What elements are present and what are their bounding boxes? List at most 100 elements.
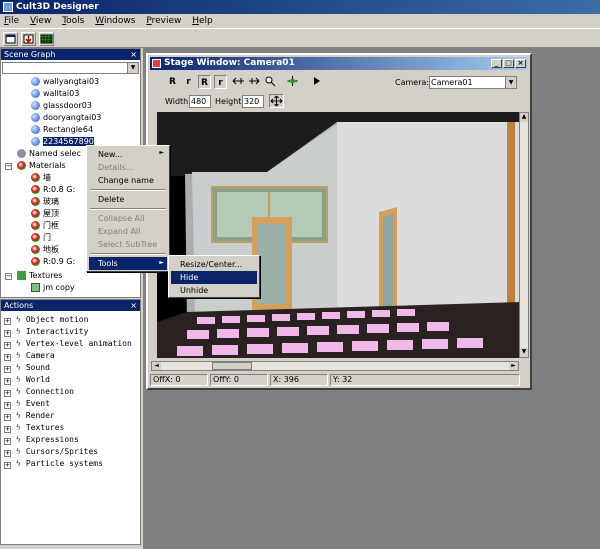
materials-node[interactable]: Materials [17,160,66,172]
action-category[interactable]: + ϟ Particle systems [4,458,103,470]
action-category[interactable]: + ϟ Cursors/Sprites [4,446,98,458]
menu-help[interactable]: Help [188,14,217,28]
close-icon[interactable]: × [130,49,137,60]
tree-item-selected[interactable]: 2234567890 [31,136,94,148]
menu-file[interactable]: File [0,14,23,28]
camera-select[interactable]: Camera01 ▼ [429,76,517,89]
named-selections-node[interactable]: Named selec [17,148,81,160]
move-x-button[interactable] [232,75,245,89]
action-category[interactable]: + ϟ Object motion [4,314,88,326]
expand-toggle[interactable]: + [4,354,11,361]
expand-toggle[interactable]: + [4,378,11,385]
resize-button[interactable] [269,94,284,108]
zoom-button[interactable] [264,75,277,89]
tree-item[interactable]: dooryangtai03 [31,112,101,124]
material-item[interactable]: 门 [31,232,51,244]
menu-item-delete[interactable]: Delete [89,193,167,206]
action-category[interactable]: + ϟ Textures [4,422,64,434]
tree-item[interactable]: walltai03 [31,88,79,100]
action-category[interactable]: + ϟ Camera [4,350,55,362]
menu-item-expand-all[interactable]: Expand All [89,225,167,238]
scene-graph-filter-select[interactable]: ▼ [2,62,139,74]
menu-item-select-subtree[interactable]: Select SubTree [89,238,167,251]
material-item[interactable]: R:0.8 G: [31,184,75,196]
horizontal-scrollbar[interactable]: ◄ ► [151,361,519,371]
menu-preview[interactable]: Preview [142,14,185,28]
expand-toggle[interactable]: + [4,426,11,433]
menu-item-tools[interactable]: Tools [89,257,167,270]
vertical-scrollbar[interactable]: ▲ ▼ [519,112,529,358]
action-category[interactable]: + ϟ World [4,374,50,386]
menu-item-resize-center[interactable]: Resize/Center... [171,258,257,271]
collapse-textures-toggle[interactable]: − [5,273,12,280]
stage-title-bar[interactable]: Stage Window: Camera01 _ □ × [150,57,528,70]
3d-viewport[interactable] [157,112,521,358]
action-category[interactable]: + ϟ Connection [4,386,74,398]
expand-toggle[interactable]: + [4,390,11,397]
menu-item-change-name[interactable]: Change name [89,174,167,187]
material-item[interactable]: 墙 [31,172,51,184]
expand-toggle[interactable]: + [4,330,11,337]
collapse-materials-toggle[interactable]: − [5,163,12,170]
pan-button[interactable] [286,75,299,89]
action-category[interactable]: + ϟ Vertex-level animation [4,338,132,350]
texture-item[interactable]: jm copy [31,282,75,294]
menu-item-hide[interactable]: Hide [171,271,257,284]
textures-node[interactable]: Textures [17,270,62,282]
material-item[interactable]: R:0.9 G: [31,256,75,268]
close-icon[interactable]: × [130,300,137,311]
move-z-button[interactable] [248,75,261,89]
rotate-active-tool-button[interactable]: R [198,75,211,89]
minimize-button[interactable]: _ [491,59,502,68]
material-item[interactable]: 玻璃 [31,196,59,208]
chevron-down-icon[interactable]: ▼ [505,77,516,88]
menu-item-collapse-all[interactable]: Collapse All [89,212,167,225]
expand-toggle[interactable]: + [4,366,11,373]
scroll-up-icon[interactable]: ▲ [520,113,528,122]
action-category[interactable]: + ϟ Render [4,410,55,422]
maximize-button[interactable]: □ [503,59,514,68]
chevron-down-icon[interactable]: ▼ [127,63,138,73]
expand-toggle[interactable]: + [4,462,11,469]
scrollbar-thumb[interactable] [212,362,252,370]
tree-item[interactable]: Rectangle64 [31,124,93,136]
width-input[interactable]: 480 [189,95,211,108]
menu-item-new[interactable]: New... [89,148,167,161]
expand-toggle[interactable]: + [4,402,11,409]
expand-toggle[interactable]: + [4,342,11,349]
action-category[interactable]: + ϟ Event [4,398,50,410]
action-category[interactable]: + ϟ Expressions [4,434,79,446]
menu-item-unhide[interactable]: Unhide [171,284,257,297]
tree-item[interactable]: glassdoor03 [31,100,92,112]
material-icon [31,173,40,182]
menu-windows[interactable]: Windows [91,14,139,28]
action-category[interactable]: + ϟ Interactivity [4,326,88,338]
new-window-button[interactable] [3,32,18,46]
material-item[interactable]: 地板 [31,244,59,256]
play-button[interactable] [310,75,323,89]
action-category[interactable]: + ϟ Sound [4,362,50,374]
action-label: Interactivity [25,327,89,336]
expand-toggle[interactable]: + [4,450,11,457]
lightning-icon: ϟ [15,447,21,456]
menu-tools[interactable]: Tools [58,14,88,28]
rotate-small-tool-button[interactable]: r [182,75,195,89]
scroll-right-icon[interactable]: ► [509,362,518,370]
expand-toggle[interactable]: + [4,414,11,421]
expand-toggle[interactable]: + [4,438,11,445]
tree-item[interactable]: wallyangtai03 [31,76,99,88]
material-item[interactable]: 屋顶 [31,208,59,220]
rotate-tool-button[interactable]: R [166,75,179,89]
action-label: Expressions [25,435,79,444]
menu-view[interactable]: View [26,14,55,28]
menu-item-details[interactable]: Details... [89,161,167,174]
expand-toggle[interactable]: + [4,318,11,325]
export-button[interactable] [21,32,36,46]
close-button[interactable]: × [515,59,526,68]
scroll-down-icon[interactable]: ▼ [520,348,528,357]
grid-button[interactable] [39,32,54,46]
material-item[interactable]: 门框 [31,220,59,232]
roll-tool-button[interactable]: r [214,75,227,89]
height-input[interactable]: 320 [242,95,264,108]
scroll-left-icon[interactable]: ◄ [152,362,161,370]
